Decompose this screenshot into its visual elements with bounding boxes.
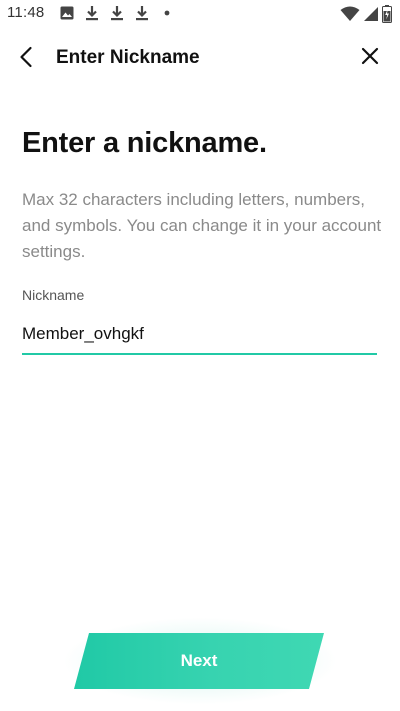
close-icon [361, 47, 379, 70]
dot-icon [158, 4, 175, 21]
battery-icon [382, 5, 392, 28]
download-icon [108, 4, 125, 21]
signal-icon [363, 6, 379, 27]
status-bar: 11:48 [0, 0, 400, 28]
system-icons [340, 5, 392, 28]
download-icon [83, 4, 100, 21]
next-button[interactable]: Next [74, 633, 324, 689]
download-icon [133, 4, 150, 21]
page-title: Enter Nickname [56, 47, 200, 68]
description-text: Max 32 characters including letters, num… [22, 190, 382, 261]
nickname-label: Nickname [22, 287, 85, 303]
image-icon [58, 4, 75, 21]
wifi-icon [340, 6, 360, 27]
back-button[interactable] [10, 43, 42, 75]
close-button[interactable] [354, 42, 386, 74]
nickname-input[interactable] [22, 315, 377, 355]
chevron-left-icon [19, 46, 33, 73]
heading: Enter a nickname. [22, 127, 267, 159]
next-button-container: Next [62, 617, 338, 705]
status-time: 11:48 [7, 4, 45, 21]
app-bar: Enter Nickname [0, 28, 400, 90]
notification-icons [58, 4, 175, 21]
